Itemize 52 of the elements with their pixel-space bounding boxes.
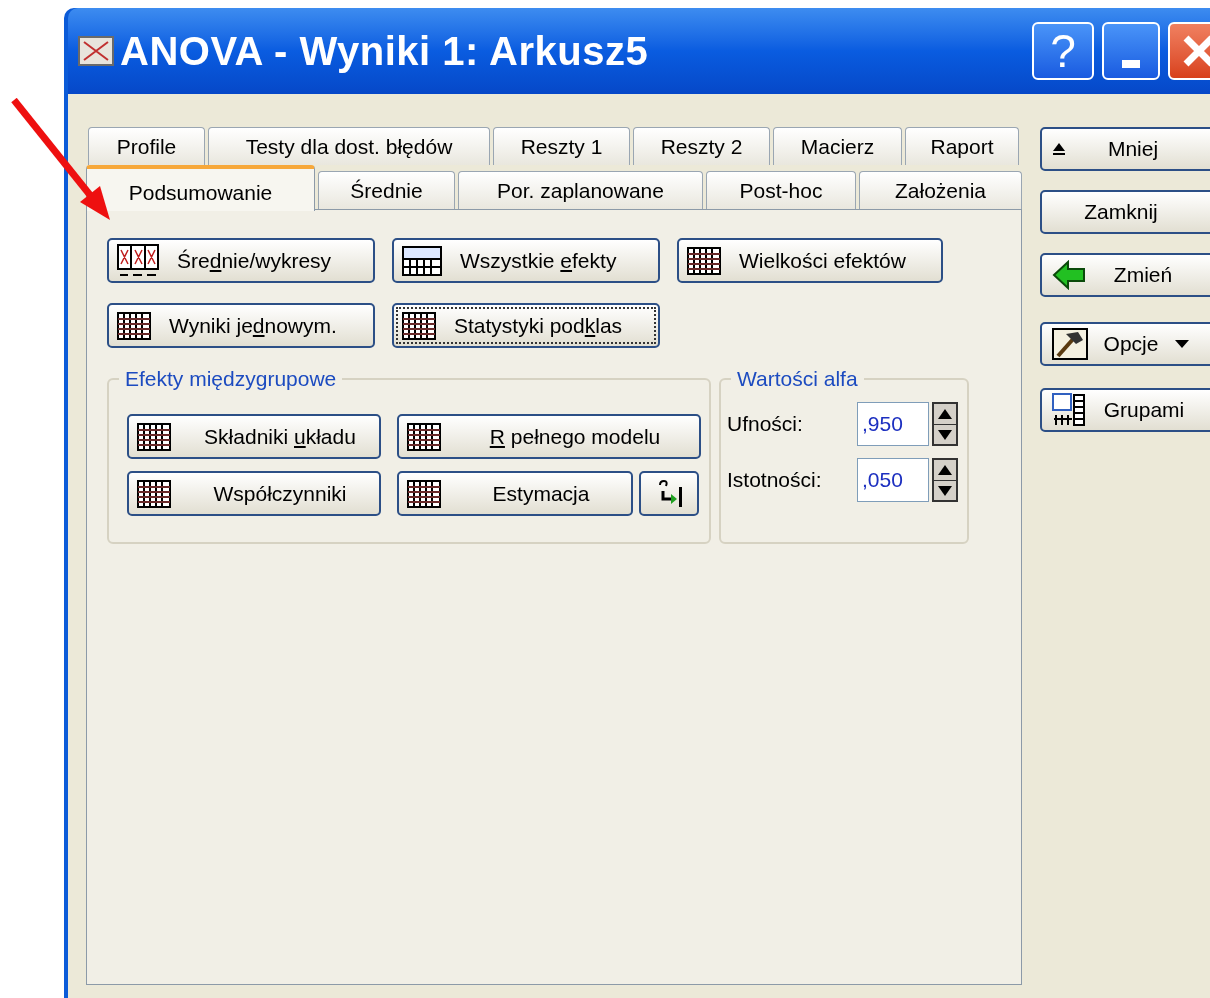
grouped-table-icon bbox=[1052, 393, 1088, 427]
report-button[interactable]: Średnie/wykresy bbox=[107, 238, 375, 283]
minimize-button[interactable] bbox=[1102, 22, 1160, 80]
tab[interactable]: Założenia bbox=[859, 171, 1022, 209]
tab[interactable]: Raport bbox=[905, 127, 1019, 165]
number-field[interactable]: ,050 bbox=[857, 458, 929, 502]
tab[interactable]: Podsumowanie bbox=[86, 165, 315, 211]
window-title: ANOVA - Wyniki 1: Arkusz5 bbox=[120, 28, 649, 75]
tab[interactable]: Testy dla dost. błędów bbox=[208, 127, 490, 165]
report-button[interactable]: Wyniki jednowym. bbox=[107, 303, 375, 348]
number-field[interactable]: ,950 bbox=[857, 402, 929, 446]
table-icon bbox=[687, 246, 721, 275]
chart-icon bbox=[117, 243, 159, 278]
app-icon bbox=[78, 36, 114, 66]
tab[interactable]: Por. zaplanowane bbox=[458, 171, 703, 209]
report-button[interactable]: Statystyki podklas bbox=[392, 303, 660, 348]
table-icon bbox=[137, 479, 171, 508]
tab[interactable]: Macierz bbox=[773, 127, 902, 165]
left-arrow-icon bbox=[1052, 260, 1086, 290]
tab[interactable]: Średnie bbox=[318, 171, 455, 209]
table-icon bbox=[137, 422, 171, 451]
table-icon bbox=[402, 311, 436, 340]
tab[interactable]: Reszty 1 bbox=[493, 127, 630, 165]
side-button[interactable]: Grupami bbox=[1040, 388, 1210, 432]
caret-icon bbox=[1174, 339, 1190, 349]
side-button[interactable]: Zamknij bbox=[1040, 190, 1210, 234]
report-button[interactable]: R pełnego modelu bbox=[397, 414, 701, 459]
table-icon bbox=[407, 422, 441, 451]
tab[interactable]: Post-hoc bbox=[706, 171, 856, 209]
report-button[interactable]: Wszystkie efekty bbox=[392, 238, 660, 283]
report-button[interactable]: Składniki układu bbox=[127, 414, 381, 459]
minimize-icon bbox=[1122, 60, 1140, 68]
tab[interactable]: Profile bbox=[88, 127, 205, 165]
help-button[interactable]: ? bbox=[1032, 22, 1094, 80]
collapse-icon bbox=[1052, 141, 1066, 157]
side-button[interactable]: Mniej bbox=[1040, 127, 1210, 171]
table-icon bbox=[407, 479, 441, 508]
report-button[interactable]: Estymacja bbox=[397, 471, 633, 516]
side-button[interactable]: Zmień bbox=[1040, 253, 1210, 297]
field-label: Istotności: bbox=[727, 467, 823, 494]
field-label: Ufności: bbox=[727, 411, 804, 438]
table-icon bbox=[117, 311, 151, 340]
table-icon bbox=[402, 245, 442, 276]
step-button[interactable] bbox=[639, 471, 699, 516]
side-button[interactable]: Opcje bbox=[1040, 322, 1210, 366]
tab[interactable]: Reszty 2 bbox=[633, 127, 770, 165]
report-button[interactable]: Wielkości efektów bbox=[677, 238, 943, 283]
spin-buttons[interactable] bbox=[932, 458, 958, 502]
spin-buttons[interactable] bbox=[932, 402, 958, 446]
hammer-icon bbox=[1052, 328, 1088, 360]
close-icon bbox=[1181, 33, 1210, 69]
report-button[interactable]: Współczynniki bbox=[127, 471, 381, 516]
